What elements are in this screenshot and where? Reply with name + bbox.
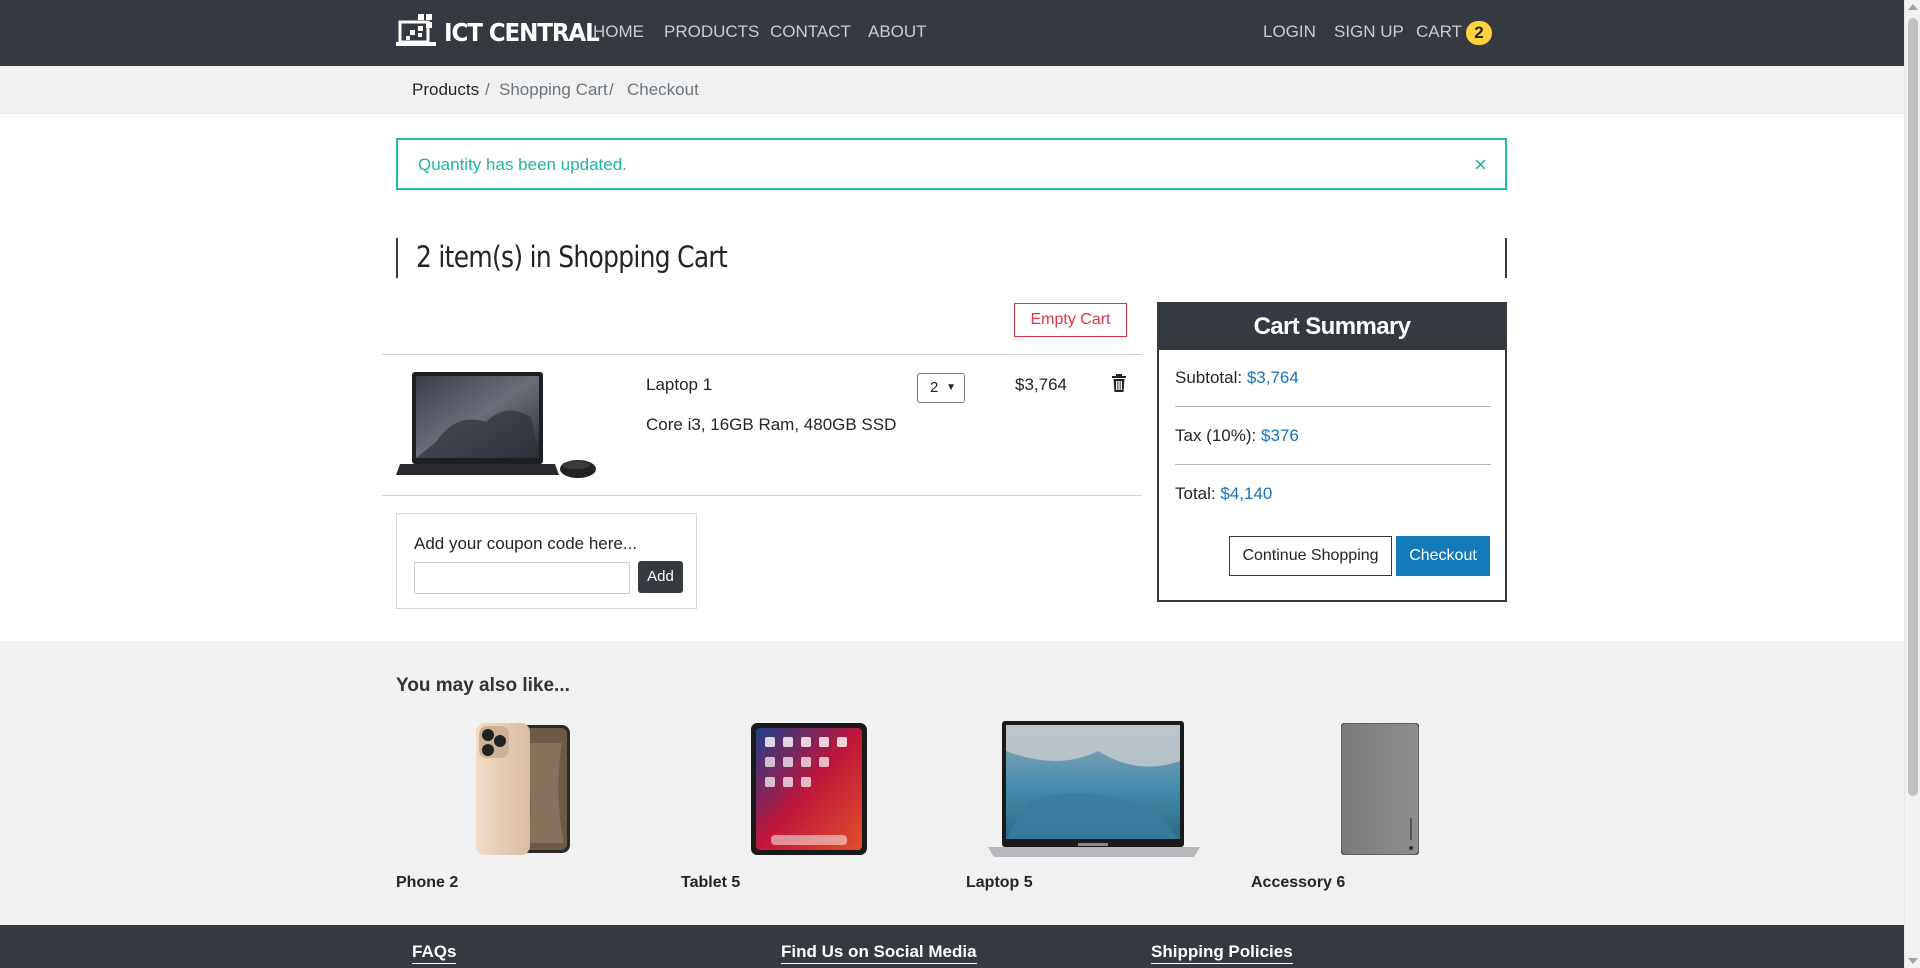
empty-cart-button[interactable]: Empty Cart	[1014, 303, 1127, 337]
breadcrumb: Products / Shopping Cart / Checkout	[0, 66, 1904, 114]
scrollbar-thumb[interactable]	[1908, 18, 1918, 796]
divider	[1175, 406, 1491, 407]
recommendation-name: Tablet 5	[681, 874, 741, 891]
quantity-value: 2	[930, 379, 939, 396]
divider	[382, 495, 1142, 496]
close-icon[interactable]: ×	[1474, 152, 1487, 178]
laptop-product-image	[988, 721, 1200, 857]
nav-cart[interactable]: CART	[1416, 22, 1462, 42]
nav-home[interactable]: HOME	[593, 22, 644, 42]
coupon-input[interactable]	[414, 562, 630, 594]
tablet-product-image	[751, 723, 867, 855]
cart-count-badge[interactable]: 2	[1466, 21, 1492, 45]
subtotal-row: Subtotal: $3,764	[1175, 368, 1299, 388]
breadcrumb-checkout: Checkout	[627, 80, 699, 99]
divider	[1175, 464, 1491, 465]
brand[interactable]: ICT CENTRAL	[396, 12, 612, 52]
recommendations-section: You may also like... Phone 2 Tablet 5 La…	[0, 641, 1904, 925]
phone-product-image	[476, 723, 570, 855]
divider	[382, 354, 1142, 355]
total-value: $4,140	[1220, 484, 1273, 503]
total-row: Total: $4,140	[1175, 484, 1272, 504]
chevron-down-icon: ▼	[946, 382, 956, 393]
recommendation-card[interactable]: Phone 2	[396, 721, 656, 896]
navbar: ICT CENTRAL HOME PRODUCTS CONTACT ABOUT …	[0, 0, 1904, 66]
quantity-select[interactable]: 2 ▼	[917, 373, 965, 403]
scroll-up-icon[interactable]	[1908, 4, 1918, 10]
footer-social-link[interactable]: Find Us on Social Media	[781, 942, 977, 964]
nav-products[interactable]: PRODUCTS	[664, 22, 759, 42]
footer: FAQs Find Us on Social Media Shipping Po…	[0, 925, 1904, 968]
nav-login[interactable]: LOGIN	[1263, 22, 1316, 42]
breadcrumb-products[interactable]: Products	[412, 80, 479, 100]
nav-about[interactable]: ABOUT	[868, 22, 927, 42]
laptop-product-image	[396, 372, 596, 478]
nav-signup[interactable]: SIGN UP	[1334, 22, 1404, 42]
coupon-label: Add your coupon code here...	[414, 534, 638, 553]
item-price: $3,764	[1015, 375, 1067, 394]
brand-name: ICT CENTRAL	[444, 17, 600, 47]
footer-shipping-link[interactable]: Shipping Policies	[1151, 942, 1293, 964]
breadcrumb-separator: /	[609, 80, 614, 99]
total-label: Total:	[1175, 484, 1216, 503]
tax-row: Tax (10%): $376	[1175, 426, 1299, 446]
page-title: 2 item(s) in Shopping Cart	[416, 240, 728, 274]
alert-message: Quantity has been updated.	[418, 155, 627, 174]
breadcrumb-shopping-cart[interactable]: Shopping Cart	[499, 80, 608, 100]
subtotal-value: $3,764	[1246, 368, 1299, 387]
subtotal-label: Subtotal:	[1175, 368, 1243, 387]
scroll-down-icon[interactable]	[1908, 958, 1918, 964]
recommendation-card[interactable]: Accessory 6	[1251, 721, 1511, 896]
cart-summary: Cart Summary Subtotal: $3,764 Tax (10%):…	[1157, 302, 1507, 602]
vertical-scrollbar[interactable]	[1904, 0, 1920, 968]
nav-contact[interactable]: CONTACT	[770, 22, 851, 42]
checkout-button[interactable]: Checkout	[1396, 536, 1490, 576]
tax-label: Tax (10%):	[1175, 426, 1257, 445]
cart-heading-box: 2 item(s) in Shopping Cart	[396, 238, 1507, 278]
coupon-box: Add your coupon code here... Add	[396, 513, 697, 609]
recommendation-name: Laptop 5	[966, 874, 1033, 891]
recommendation-card[interactable]: Tablet 5	[681, 721, 941, 896]
tax-value: $376	[1260, 426, 1299, 445]
item-name[interactable]: Laptop 1	[646, 375, 712, 395]
success-alert: Quantity has been updated. ×	[396, 138, 1507, 190]
item-description: Core i3, 16GB Ram, 480GB SSD	[646, 415, 897, 434]
recommendation-name: Phone 2	[396, 874, 459, 891]
summary-title: Cart Summary	[1159, 304, 1505, 350]
recommendations-title: You may also like...	[396, 675, 570, 696]
laptop-logo-icon	[396, 14, 436, 46]
accessory-product-image	[1341, 723, 1419, 855]
breadcrumb-separator: /	[485, 80, 490, 99]
trash-icon[interactable]	[1111, 374, 1127, 392]
continue-shopping-button[interactable]: Continue Shopping	[1229, 536, 1392, 576]
recommendation-name: Accessory 6	[1251, 874, 1346, 891]
recommendation-card[interactable]: Laptop 5	[966, 721, 1226, 896]
footer-faqs-link[interactable]: FAQs	[412, 942, 457, 964]
add-coupon-button[interactable]: Add	[638, 561, 683, 593]
